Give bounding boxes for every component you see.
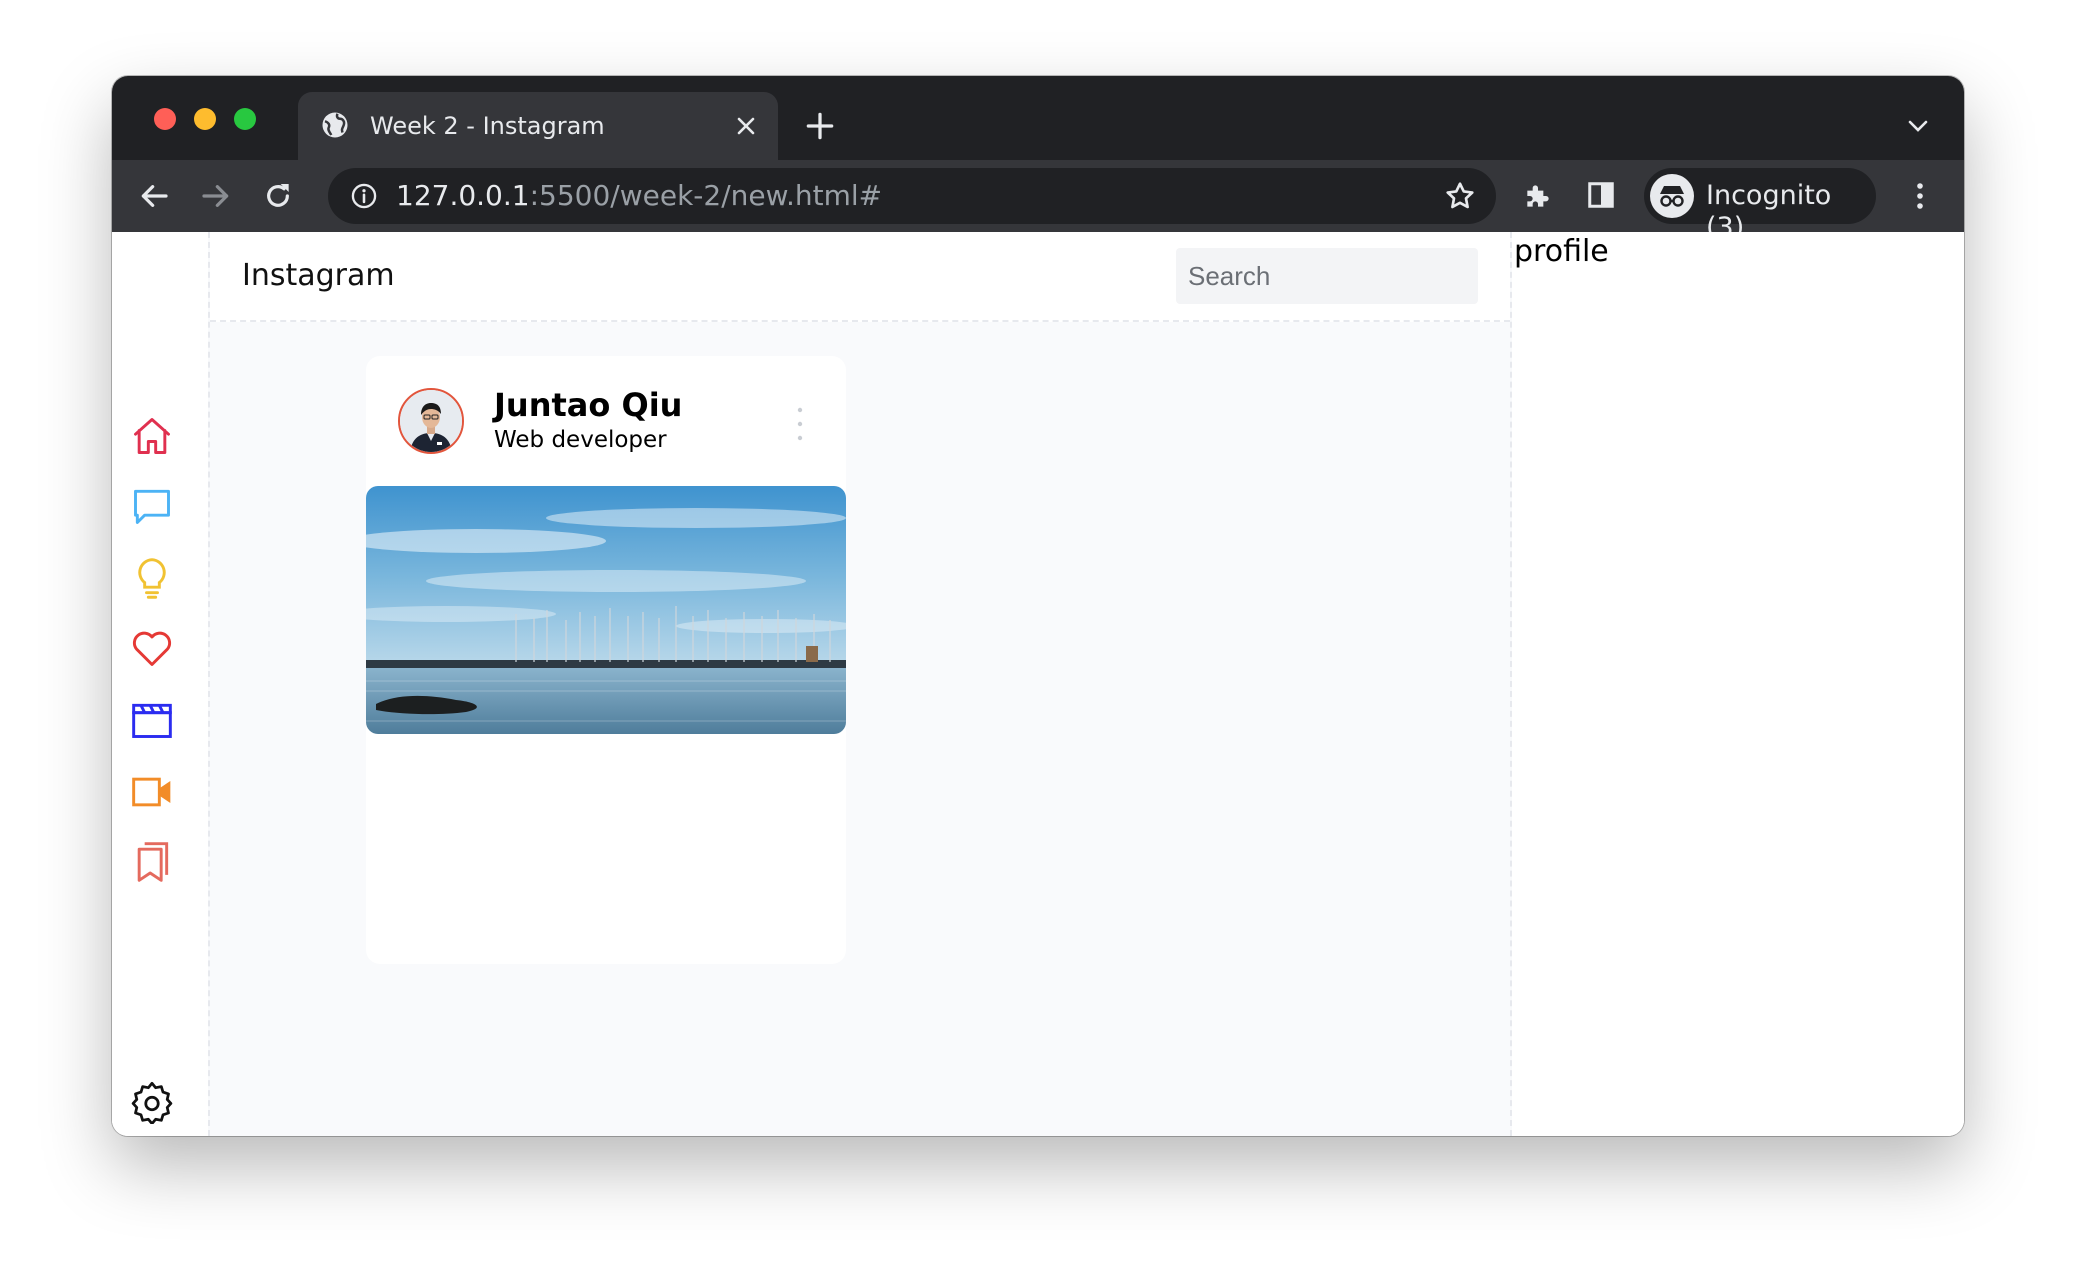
side-panel-icon[interactable] [1586,180,1616,210]
chevron-down-icon[interactable] [1906,116,1930,136]
profile-chip[interactable]: Incognito (3) [1644,168,1876,243]
minimize-window-button[interactable] [194,108,216,130]
home-icon[interactable] [130,414,174,458]
url-text[interactable]: 127.0.0.1:5500/week-2/new.html# [396,180,882,212]
close-window-button[interactable] [154,108,176,130]
app-brand[interactable]: Instagram [242,258,395,294]
post-image[interactable] [366,486,846,734]
clapperboard-icon[interactable] [130,698,174,742]
extensions-puzzle-icon[interactable] [1522,180,1554,212]
address-bar[interactable]: 127.0.0.1:5500/week-2/new.html# [328,168,1496,224]
reload-icon[interactable] [262,180,294,212]
page-content: Instagram J [112,232,1964,1136]
forward-icon[interactable] [200,180,232,212]
browser-menu-icon[interactable] [1914,180,1926,212]
browser-toolbar: 127.0.0.1:5500/week-2/new.html# Incognit… [112,160,1964,243]
author-photo [400,390,462,452]
tab-title: Week 2 - Instagram [370,112,605,140]
video-camera-icon[interactable] [130,770,174,814]
bookmark-star-icon[interactable] [1444,180,1476,212]
post-card: Juntao Qiu Web developer [366,356,846,964]
avatar[interactable] [398,388,464,454]
post-author-role: Web developer [494,427,667,453]
back-icon[interactable] [138,180,170,212]
new-tab-icon[interactable] [806,112,834,140]
tab-strip: Week 2 - Instagram [112,76,1964,160]
incognito-icon [1660,186,1684,207]
harbor-photo [366,486,846,734]
profile-panel: profile [1512,232,1964,1136]
more-options-icon[interactable] [796,406,804,442]
profile-title: profile [1514,234,1609,269]
url-host: 127.0.0.1 [396,179,530,212]
browser-tab[interactable]: Week 2 - Instagram [298,92,778,160]
url-path: :5500/week-2/new.html# [529,179,883,212]
post-author[interactable]: Juntao Qiu [494,386,682,424]
maximize-window-button[interactable] [234,108,256,130]
top-bar: Instagram [210,232,1510,322]
incognito-avatar [1650,174,1694,218]
browser-window: Week 2 - Instagram 127.0.0.1:5500/week-2… [112,76,1964,1136]
lightbulb-icon[interactable] [130,556,174,600]
heart-icon[interactable] [130,626,174,670]
search-input[interactable] [1176,248,1478,304]
info-icon[interactable] [350,182,378,210]
bookmarks-icon[interactable] [130,840,174,884]
left-sidebar [112,232,208,1136]
gear-icon[interactable] [130,1080,174,1124]
message-icon[interactable] [130,484,174,528]
globe-icon [322,112,348,138]
main-feed: Instagram J [208,232,1512,1136]
close-tab-icon[interactable] [734,114,758,138]
